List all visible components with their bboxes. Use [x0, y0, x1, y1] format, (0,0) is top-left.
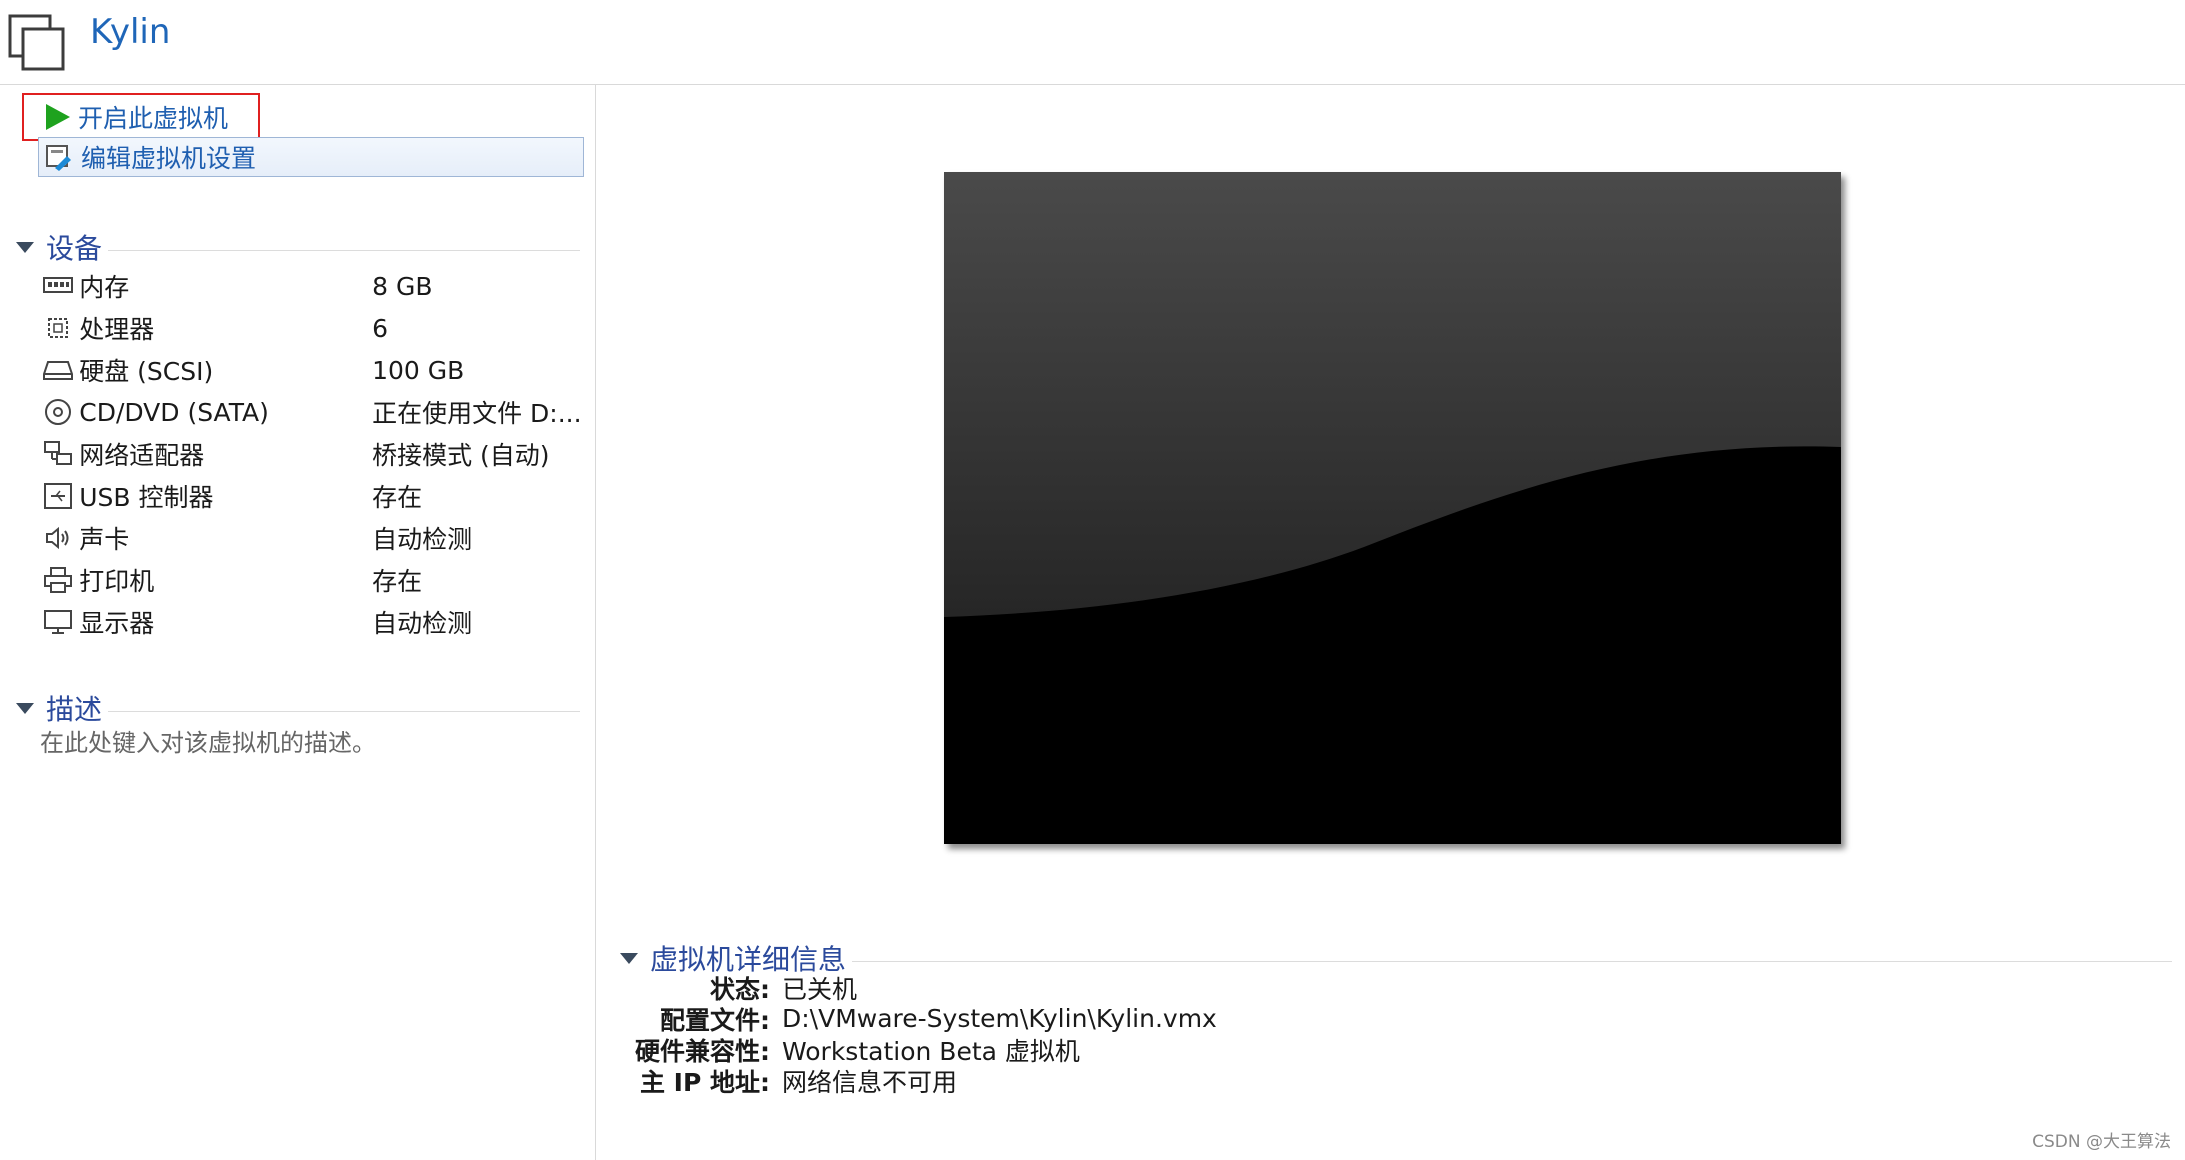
devices-section-header[interactable]: 设备: [16, 227, 580, 267]
edit-vm-settings-button[interactable]: 编辑虚拟机设置: [38, 137, 584, 177]
device-value: 8 GB: [372, 271, 433, 301]
device-row-printer[interactable]: 打印机 存在: [42, 559, 582, 601]
section-divider: [108, 249, 580, 251]
vm-window-icon: [8, 14, 65, 71]
device-name: 声卡: [79, 525, 130, 554]
device-value: 6: [372, 313, 389, 343]
detail-label: 主 IP 地址:: [639, 1067, 770, 1097]
vm-details-list: 状态: 已关机 配置文件: D:\VMware-System\Kylin\Kyl…: [620, 972, 1520, 1097]
device-row-network[interactable]: 网络适配器 桥接模式 (自动): [42, 433, 582, 475]
device-list: 内存 8 GB 处理器 6 硬盘 (SCSI) 100 GB CD/DVD (S…: [42, 265, 582, 643]
description-section-header[interactable]: 描述: [16, 688, 580, 728]
section-divider: [108, 710, 580, 712]
device-value: 100 GB: [372, 355, 465, 385]
description-text[interactable]: 在此处键入对该虚拟机的描述。: [40, 723, 376, 758]
devices-section-title: 设备: [46, 232, 103, 265]
memory-icon: [42, 272, 73, 300]
play-icon: [46, 104, 70, 130]
description-section-title: 描述: [46, 693, 103, 726]
device-name: 网络适配器: [79, 441, 205, 470]
left-panel: 开启此虚拟机 编辑虚拟机设置 设备 内存 8 GB 处理器 6 硬盘 (SCSI…: [0, 85, 596, 1160]
detail-value: 网络信息不可用: [782, 1067, 958, 1097]
device-value: 自动检测: [372, 525, 473, 554]
device-name: USB 控制器: [79, 483, 214, 512]
detail-row-hw-compat: 硬件兼容性: Workstation Beta 虚拟机: [620, 1034, 1520, 1066]
device-name: 打印机: [79, 567, 155, 596]
vm-screen-preview[interactable]: [944, 172, 1841, 844]
device-value: 自动检测: [372, 609, 473, 638]
processor-icon: [42, 314, 73, 342]
detail-row-state: 状态: 已关机: [620, 972, 1520, 1004]
device-name: 处理器: [79, 315, 155, 344]
usb-icon: [42, 482, 73, 510]
device-name: CD/DVD (SATA): [79, 397, 269, 427]
network-icon: [42, 440, 73, 468]
device-row-memory[interactable]: 内存 8 GB: [42, 265, 582, 307]
collapse-triangle-icon: [620, 952, 638, 964]
device-row-usb[interactable]: USB 控制器 存在: [42, 475, 582, 517]
start-vm-button[interactable]: 开启此虚拟机: [22, 93, 260, 141]
device-row-processor[interactable]: 处理器 6: [42, 307, 582, 349]
device-row-cd-dvd[interactable]: CD/DVD (SATA) 正在使用文件 D:...: [42, 391, 582, 433]
detail-row-config-file: 配置文件: D:\VMware-System\Kylin\Kylin.vmx: [620, 1003, 1520, 1035]
vm-header: Kylin: [0, 0, 2185, 85]
device-name: 内存: [79, 273, 130, 302]
device-value: 桥接模式 (自动): [372, 441, 550, 470]
vm-title: Kylin: [90, 12, 171, 52]
device-value: 存在: [372, 567, 423, 596]
collapse-triangle-icon: [16, 702, 34, 714]
device-name: 硬盘 (SCSI): [79, 357, 214, 386]
edit-vm-settings-label: 编辑虚拟机设置: [81, 144, 257, 173]
collapse-triangle-icon: [16, 241, 34, 253]
cd-dvd-icon: [42, 398, 73, 426]
screen-gloss-graphic: [944, 172, 1841, 844]
display-icon: [42, 608, 73, 636]
device-value: 存在: [372, 483, 423, 512]
edit-settings-icon: [46, 145, 71, 171]
device-row-display[interactable]: 显示器 自动检测: [42, 601, 582, 643]
device-row-harddisk[interactable]: 硬盘 (SCSI) 100 GB: [42, 349, 582, 391]
sound-icon: [42, 524, 73, 552]
detail-value: 已关机: [782, 974, 858, 1004]
device-value: 正在使用文件 D:...: [372, 399, 582, 428]
device-name: 显示器: [79, 609, 155, 638]
printer-icon: [42, 566, 73, 594]
device-row-sound[interactable]: 声卡 自动检测: [42, 517, 582, 559]
start-vm-label: 开启此虚拟机: [78, 104, 229, 133]
section-divider: [852, 960, 2172, 962]
harddisk-icon: [42, 356, 73, 384]
detail-row-ip: 主 IP 地址: 网络信息不可用: [620, 1065, 1520, 1097]
watermark-text: CSDN @大王算法: [2032, 1132, 2171, 1152]
detail-value: D:\VMware-System\Kylin\Kylin.vmx: [782, 1004, 1217, 1033]
